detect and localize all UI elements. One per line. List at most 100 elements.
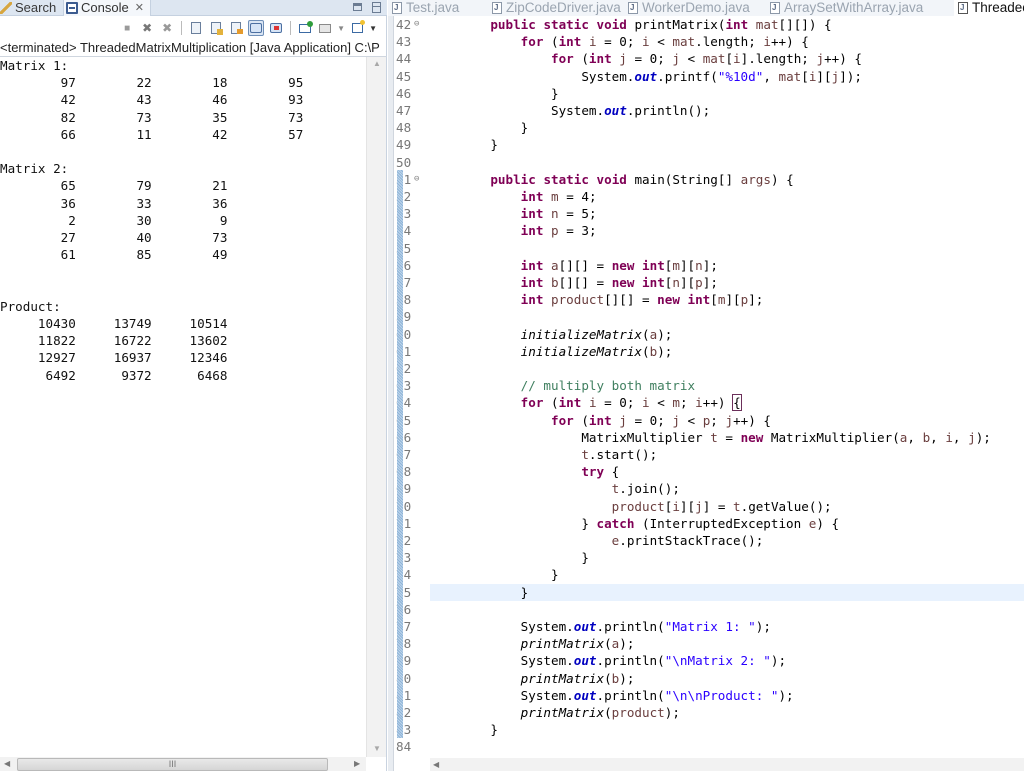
code-line[interactable]: 47 System.out.println(); — [388, 102, 1024, 119]
code-line[interactable]: 48 } — [388, 119, 1024, 136]
code-text: int n = 5; — [520, 206, 597, 222]
code-text: // multiply both matrix — [460, 378, 696, 394]
editor-tab[interactable]: ArraySetWithArray.java — [770, 0, 923, 16]
scroll-thumb[interactable]: III — [17, 758, 328, 771]
code-line[interactable]: 75 } — [396, 583, 1024, 601]
code-line[interactable]: 45 System.out.printf("%10d", mat[i][j]); — [388, 68, 1024, 85]
show-console-on-stderr-button[interactable] — [268, 20, 284, 36]
code-text: public static void main(String[] args) { — [490, 171, 794, 187]
code-line[interactable]: 80 printMatrix(b); — [388, 670, 1024, 687]
scroll-left-icon[interactable]: ◀ — [433, 758, 439, 771]
output-label-product: Product: — [0, 298, 61, 314]
editor-tab[interactable]: Test.java — [392, 0, 459, 16]
editor-horizontal-scrollbar[interactable]: ◀ — [430, 758, 1024, 771]
code-line[interactable]: 65 for (int j = 0; j < p; j++) { — [388, 412, 1024, 429]
code-line[interactable]: 60 initializeMatrix(a); — [388, 326, 1024, 343]
pin-console-button[interactable] — [297, 20, 314, 36]
editor-tab[interactable]: ZipCodeDriver.java — [492, 0, 621, 16]
terminate-button[interactable]: ■ — [119, 20, 135, 36]
code-line[interactable]: 77 System.out.println("Matrix 1: "); — [388, 618, 1024, 635]
code-line[interactable]: 49 } — [388, 136, 1024, 153]
console-status: <terminated> ThreadedMatrixMultiplicatio… — [0, 39, 387, 57]
chevron-down-icon[interactable]: ▼ — [337, 24, 345, 33]
code-line[interactable]: 64 for (int i = 0; i < m; i++) { — [388, 394, 1024, 412]
console-output[interactable]: Matrix 1: 97 22 18 95 42 43 46 93 82 73 … — [0, 57, 366, 757]
code-text: initializeMatrix(b); — [520, 343, 673, 359]
code-line[interactable]: 82 printMatrix(product); — [388, 704, 1024, 721]
scroll-left-icon[interactable]: ◀ — [4, 757, 10, 771]
output-blank — [0, 281, 366, 298]
code-line[interactable]: 69 t.join(); — [388, 480, 1024, 497]
output-row: 6492 9372 6468 — [0, 367, 228, 383]
scroll-right-icon[interactable]: ▶ — [354, 757, 360, 771]
code-line[interactable]: 83 } — [388, 721, 1024, 738]
code-line[interactable]: 74 } — [388, 566, 1024, 583]
fold-collapse-icon[interactable]: ⊖ — [414, 171, 419, 188]
code-line[interactable]: 54 int p = 3; — [388, 222, 1024, 239]
remove-launch-button[interactable]: ✖ — [139, 20, 155, 36]
code-line[interactable]: 70 product[i][j] = t.getValue(); — [388, 498, 1024, 515]
code-line[interactable]: 51 ⊖ public static void main(String[] arg… — [388, 171, 1024, 188]
scroll-lock-button[interactable] — [208, 20, 224, 36]
code-line[interactable]: 50 — [388, 154, 1024, 171]
tab-search[interactable]: Search — [0, 0, 56, 16]
remove-all-terminated-button[interactable]: ✖ — [159, 20, 175, 36]
tab-console[interactable]: Console ✕ — [63, 0, 151, 16]
close-icon[interactable]: ✕ — [135, 1, 144, 15]
output-row: 82 73 35 73 — [0, 109, 304, 125]
code-line[interactable]: 78 printMatrix(a); — [388, 635, 1024, 652]
clear-console-icon — [191, 22, 202, 34]
code-line[interactable]: 73 } — [388, 549, 1024, 566]
code-line[interactable]: 43 for (int i = 0; i < mat.length; i++) … — [388, 33, 1024, 50]
code-line[interactable]: 81 System.out.println("\n\nProduct: "); — [388, 687, 1024, 704]
code-line[interactable]: 55 — [388, 240, 1024, 257]
editor-tab-label: ArraySetWithArray.java — [784, 0, 924, 15]
clear-console-button[interactable] — [188, 20, 204, 36]
code-text: t.start(); — [581, 447, 658, 462]
code-line[interactable]: 52 int m = 4; — [388, 188, 1024, 205]
code-line[interactable]: 57 int b[][] = new int[n][p]; — [388, 274, 1024, 291]
code-line[interactable]: 53 int n = 5; — [388, 205, 1024, 222]
fold-collapse-icon[interactable]: ⊖ — [414, 16, 419, 33]
code-line[interactable]: 46 } — [388, 85, 1024, 102]
code-line[interactable]: 42 ⊖ public static void printMatrix(int m… — [388, 16, 1024, 33]
open-console-button[interactable] — [349, 20, 365, 36]
scroll-up-icon[interactable]: ▲ — [367, 59, 387, 68]
editor-tab-active[interactable]: Threadec — [954, 0, 1024, 16]
minimize-icon[interactable] — [353, 3, 362, 11]
word-wrap-button[interactable] — [228, 20, 244, 36]
code-line[interactable]: 56 int a[][] = new int[m][n]; — [388, 257, 1024, 274]
code-line[interactable]: 62 — [388, 360, 1024, 377]
code-area[interactable]: 42 ⊖ public static void printMatrix(int m… — [388, 16, 1024, 758]
display-selected-console-button[interactable] — [317, 20, 333, 36]
code-line[interactable]: 63 // multiply both matrix — [388, 377, 1024, 394]
code-text: } — [460, 120, 529, 136]
code-text: System.out.println("\nMatrix 2: "); — [460, 653, 787, 669]
chevron-down-icon[interactable]: ▼ — [369, 24, 377, 33]
output-label-matrix-1: Matrix 1: — [0, 58, 69, 73]
maximize-icon[interactable] — [372, 2, 381, 13]
editor-tab[interactable]: WorkerDemo.java — [628, 0, 750, 16]
editor-tab-label: Threadec — [972, 0, 1024, 15]
console-vertical-scrollbar[interactable]: ▲ ▼ — [366, 57, 386, 757]
code-line[interactable]: 76 — [388, 601, 1024, 618]
output-row: 66 11 42 57 — [0, 126, 304, 142]
console-toolbar: ■ ✖ ✖ ▼ ▼ — [0, 17, 387, 39]
code-line[interactable]: 71 } catch (InterruptedException e) { — [388, 515, 1024, 532]
code-line[interactable]: 44 for (int j = 0; j < mat[i].length; j+… — [388, 50, 1024, 67]
code-line[interactable]: 61 initializeMatrix(b); — [388, 343, 1024, 360]
show-console-on-stdout-button[interactable] — [248, 20, 265, 36]
console-horizontal-scrollbar[interactable]: ◀ III ▶ — [0, 757, 366, 771]
code-line[interactable]: 79 System.out.println("\nMatrix 2: "); — [388, 652, 1024, 669]
scroll-down-icon[interactable]: ▼ — [367, 744, 387, 753]
word-wrap-icon — [231, 22, 244, 34]
code-line[interactable]: 84 — [388, 738, 1024, 755]
java-file-icon — [392, 1, 402, 15]
code-line[interactable]: 67 t.start(); — [388, 446, 1024, 463]
code-line[interactable]: 59 — [388, 308, 1024, 325]
code-line[interactable]: 72 e.printStackTrace(); — [388, 532, 1024, 549]
code-line[interactable]: 68 try { — [388, 463, 1024, 480]
line-number: 46 — [396, 85, 412, 101]
code-line[interactable]: 58 int product[][] = new int[m][p]; — [388, 291, 1024, 308]
code-line[interactable]: 66 MatrixMultiplier t = new MatrixMultip… — [388, 429, 1024, 446]
